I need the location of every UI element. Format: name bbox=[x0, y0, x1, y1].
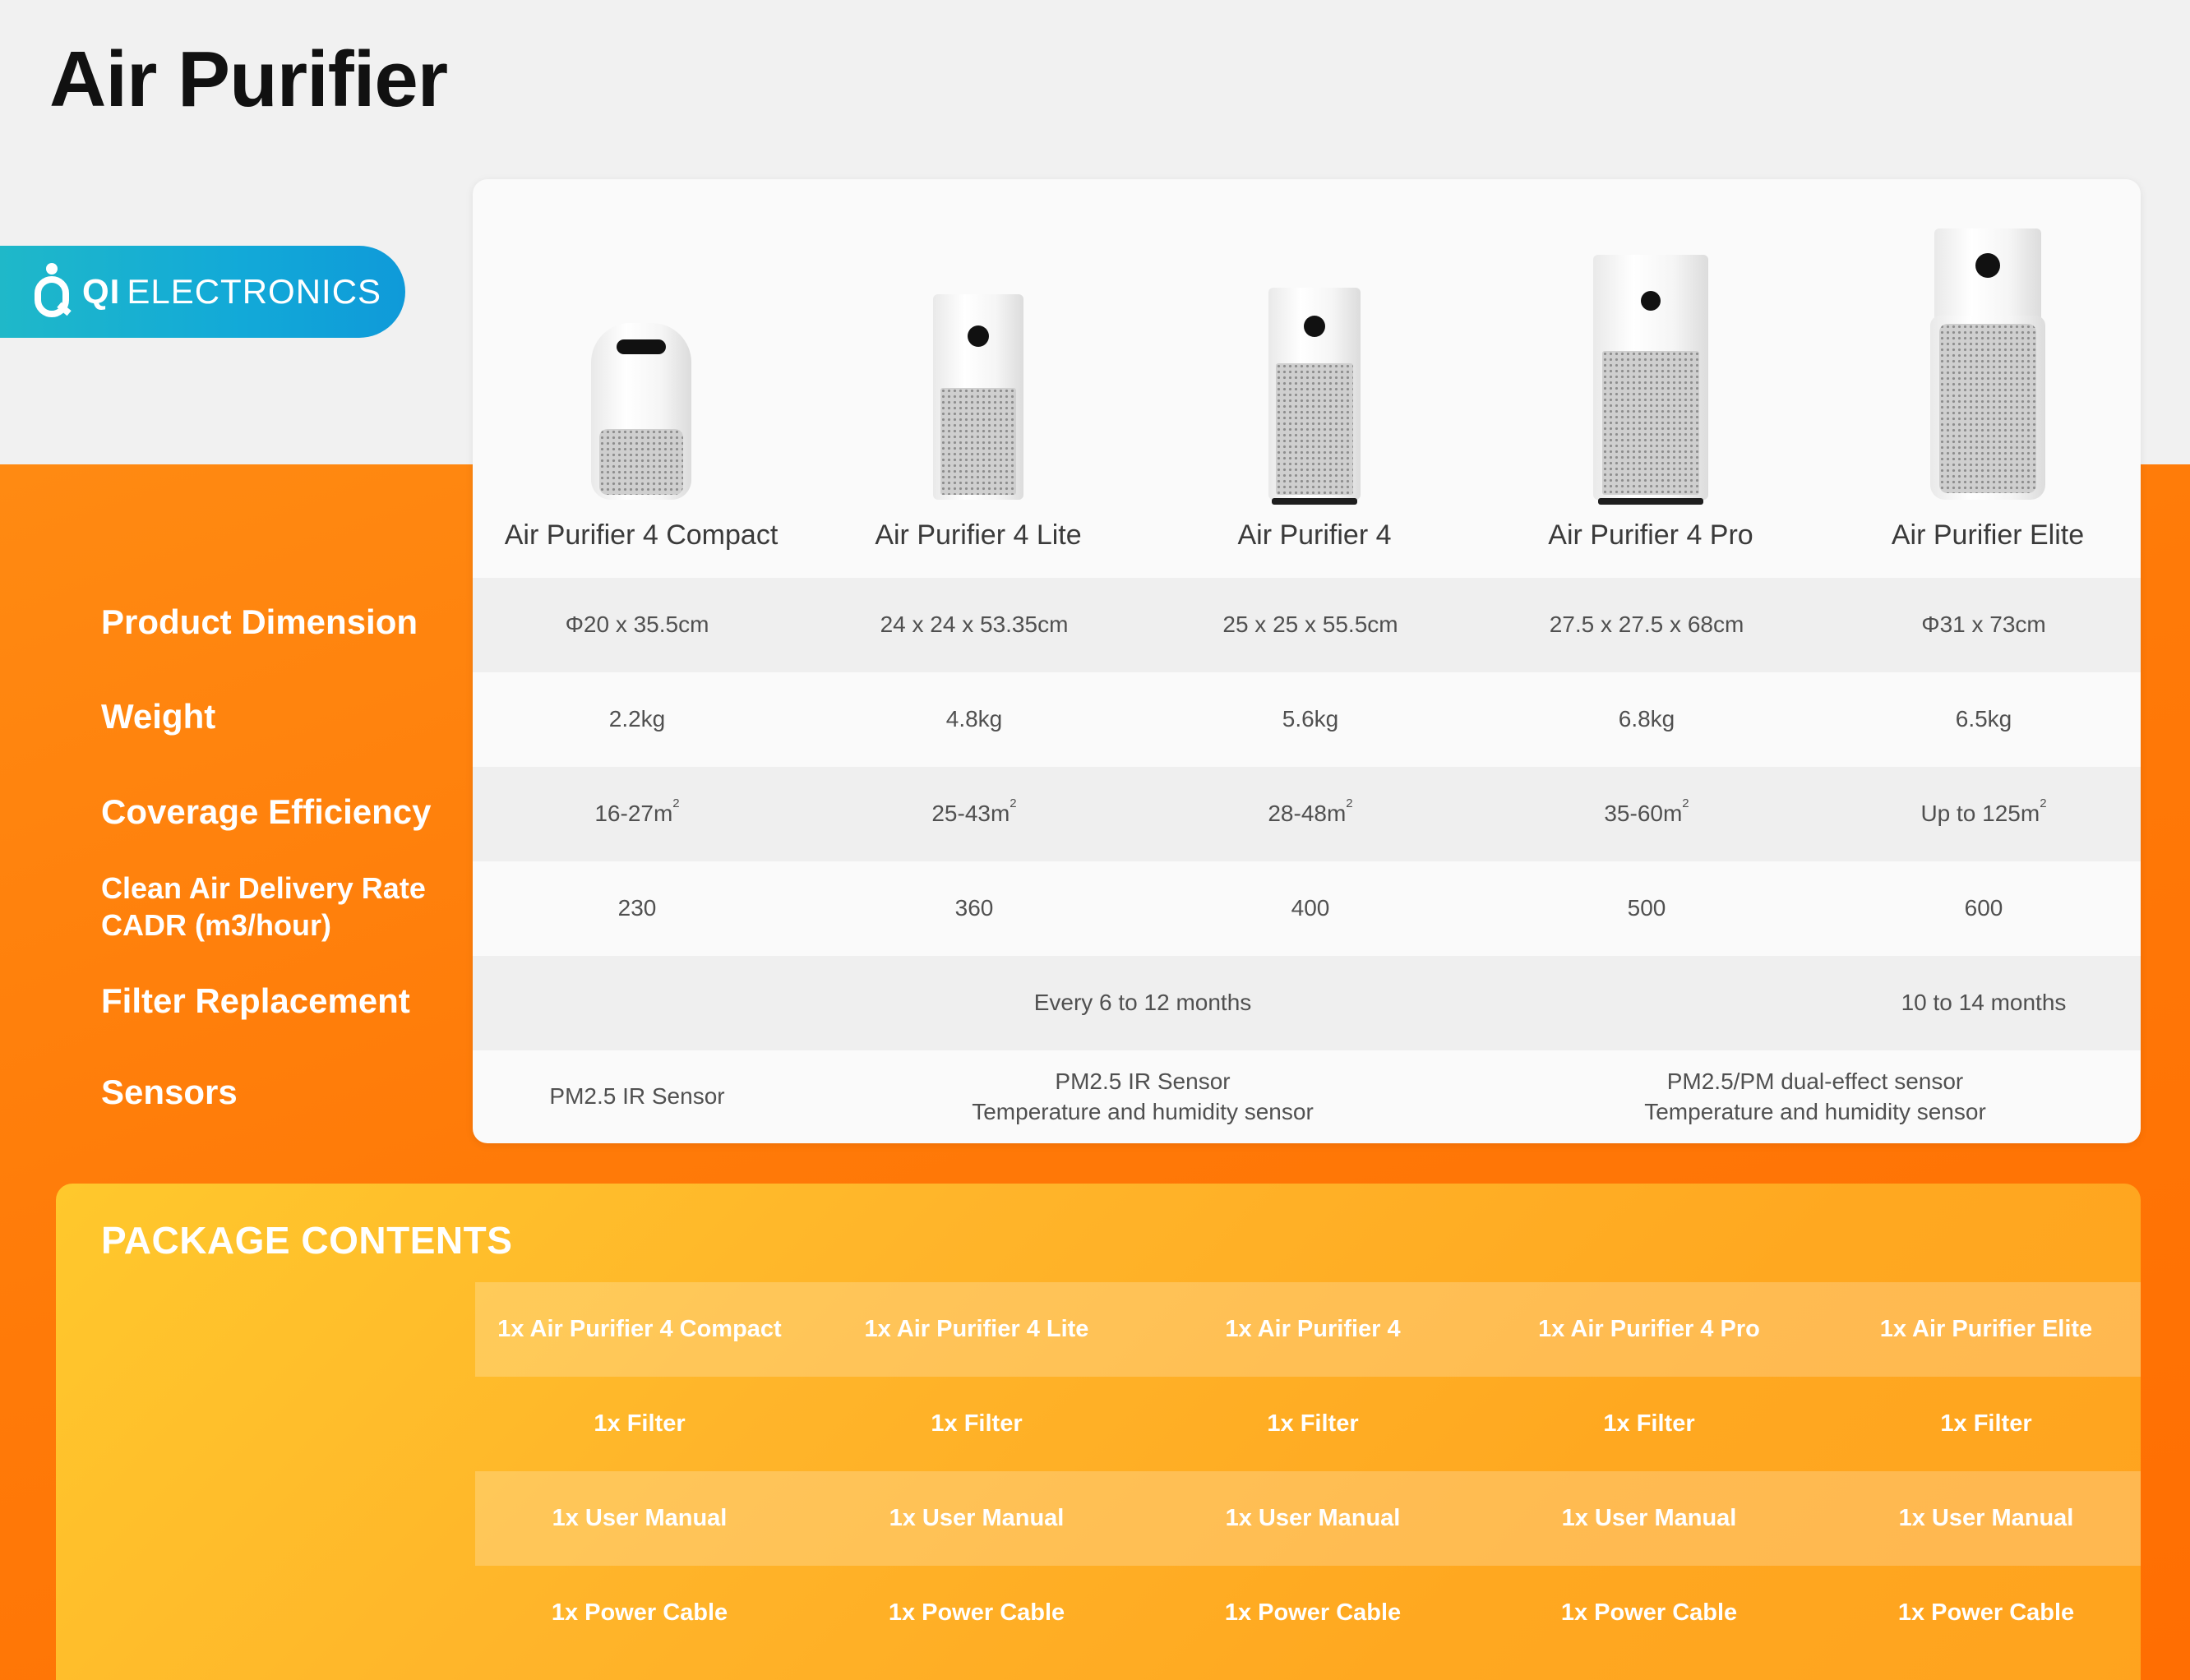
table-cell: 10 to 14 months bbox=[1901, 990, 2067, 1016]
product-header: Air Purifier 4 Compact bbox=[473, 179, 810, 578]
package-item: 1x Filter bbox=[594, 1410, 686, 1437]
package-item: 1x User Manual bbox=[1561, 1505, 1737, 1531]
table-cell: 24 x 24 x 53.35cm bbox=[880, 612, 1069, 638]
product-name: Air Purifier 4 Pro bbox=[1548, 519, 1753, 551]
row-sensors: PM2.5 IR Sensor PM2.5 IR Sensor Temperatu… bbox=[473, 1050, 2141, 1143]
label-weight: Weight bbox=[101, 697, 216, 736]
label-coverage: Coverage Efficiency bbox=[101, 792, 432, 831]
label-product-dimension: Product Dimension bbox=[101, 602, 418, 641]
package-item: 1x Power Cable bbox=[1560, 1599, 1738, 1626]
package-item: 1x Power Cable bbox=[1897, 1599, 2075, 1626]
package-item: 1x Air Purifier 4 Lite bbox=[864, 1316, 1089, 1342]
brand-badge: QI ELECTRONICS bbox=[0, 246, 405, 338]
package-item: 1x Air Purifier Elite bbox=[1879, 1316, 2093, 1342]
table-cell: 6.5kg bbox=[1955, 706, 2012, 732]
purifier-image bbox=[1593, 255, 1708, 505]
package-item: 1x Power Cable bbox=[551, 1599, 728, 1626]
product-header: Air Purifier Elite bbox=[1819, 179, 2141, 578]
table-cell: 28-48m2 bbox=[1268, 796, 1353, 827]
table-cell: 6.8kg bbox=[1618, 706, 1675, 732]
table-cell: Up to 125m2 bbox=[1920, 796, 2047, 827]
table-cell: Every 6 to 12 months bbox=[1033, 990, 1252, 1016]
package-item: 1x Filter bbox=[1940, 1410, 2032, 1437]
row-coverage: 16-27m2 25-43m2 28-48m2 35-60m2 Up to 12… bbox=[473, 767, 2141, 861]
package-item: 1x Filter bbox=[1603, 1410, 1695, 1437]
package-row-unit: 1x Air Purifier 4 Compact 1x Air Purifie… bbox=[475, 1282, 2141, 1377]
product-header: Air Purifier 4 Pro bbox=[1482, 179, 1819, 578]
table-cell: 5.6kg bbox=[1282, 706, 1339, 732]
purifier-image bbox=[933, 294, 1023, 500]
table-cell: 25-43m2 bbox=[931, 796, 1017, 827]
package-contents: PACKAGE CONTENTS 1x Air Purifier 4 Compa… bbox=[56, 1184, 2141, 1680]
row-product-dimension: Φ20 x 35.5cm 24 x 24 x 53.35cm 25 x 25 x… bbox=[473, 578, 2141, 672]
label-filter-replacement: Filter Replacement bbox=[101, 981, 410, 1020]
product-name: Air Purifier 4 bbox=[1237, 519, 1392, 551]
label-cadr: Clean Air Delivery Rate CADR (m3/hour) bbox=[101, 871, 426, 942]
package-item: 1x User Manual bbox=[552, 1505, 728, 1531]
row-filter-replacement: Every 6 to 12 months 10 to 14 months bbox=[473, 956, 2141, 1050]
table-cell: 500 bbox=[1627, 895, 1666, 921]
brand-name: QI ELECTRONICS bbox=[82, 272, 382, 311]
package-item: 1x User Manual bbox=[889, 1505, 1065, 1531]
brand-logo-icon bbox=[33, 263, 72, 321]
row-cadr: 230 360 400 500 600 bbox=[473, 861, 2141, 956]
table-cell: 2.2kg bbox=[608, 706, 666, 732]
purifier-image bbox=[1930, 228, 2045, 500]
product-name: Air Purifier 4 Compact bbox=[504, 519, 779, 551]
package-row-manual: 1x User Manual 1x User Manual 1x User Ma… bbox=[475, 1471, 2141, 1566]
table-cell: 27.5 x 27.5 x 68cm bbox=[1549, 612, 1744, 638]
table-cell: 4.8kg bbox=[945, 706, 1003, 732]
package-title: PACKAGE CONTENTS bbox=[101, 1219, 513, 1262]
table-cell: 230 bbox=[617, 895, 657, 921]
product-name: Air Purifier Elite bbox=[1891, 519, 2085, 551]
table-cell: 360 bbox=[954, 895, 994, 921]
table-cell: PM2.5/PM dual-effect sensor Temperature a… bbox=[1644, 1068, 1986, 1124]
package-item: 1x Filter bbox=[1267, 1410, 1359, 1437]
product-header: Air Purifier 4 Lite bbox=[810, 179, 1147, 578]
table-cell: 600 bbox=[1964, 895, 2003, 921]
package-item: 1x Power Cable bbox=[888, 1599, 1065, 1626]
table-cell: 35-60m2 bbox=[1604, 796, 1689, 827]
package-item: 1x Air Purifier 4 Compact bbox=[497, 1316, 782, 1342]
product-name: Air Purifier 4 Lite bbox=[875, 519, 1082, 551]
package-item: 1x Air Purifier 4 bbox=[1225, 1316, 1401, 1342]
product-header: Air Purifier 4 bbox=[1146, 179, 1483, 578]
package-item: 1x User Manual bbox=[1898, 1505, 2074, 1531]
table-cell: Φ20 x 35.5cm bbox=[565, 612, 709, 638]
package-item: 1x Filter bbox=[931, 1410, 1023, 1437]
row-weight: 2.2kg 4.8kg 5.6kg 6.8kg 6.5kg bbox=[473, 672, 2141, 767]
table-cell: 25 x 25 x 55.5cm bbox=[1222, 612, 1398, 638]
purifier-image bbox=[591, 323, 691, 500]
purifier-image bbox=[1268, 288, 1361, 505]
package-row-cable: 1x Power Cable 1x Power Cable 1x Power C… bbox=[475, 1566, 2141, 1660]
table-cell: 16-27m2 bbox=[594, 796, 680, 827]
table-cell: PM2.5 IR Sensor bbox=[549, 1083, 725, 1110]
spec-table: Air Purifier 4 Compact Air Purifier 4 Li… bbox=[473, 179, 2141, 1143]
package-item: 1x Air Purifier 4 Pro bbox=[1538, 1316, 1760, 1342]
table-cell: PM2.5 IR Sensor Temperature and humidity … bbox=[972, 1068, 1314, 1124]
page-title: Air Purifier bbox=[49, 35, 448, 123]
package-item: 1x User Manual bbox=[1225, 1505, 1401, 1531]
table-cell: 400 bbox=[1291, 895, 1330, 921]
package-row-filter: 1x Filter 1x Filter 1x Filter 1x Filter … bbox=[475, 1377, 2141, 1471]
label-sensors: Sensors bbox=[101, 1073, 238, 1111]
table-cell: Φ31 x 73cm bbox=[1921, 612, 2046, 638]
package-item: 1x Power Cable bbox=[1224, 1599, 1402, 1626]
